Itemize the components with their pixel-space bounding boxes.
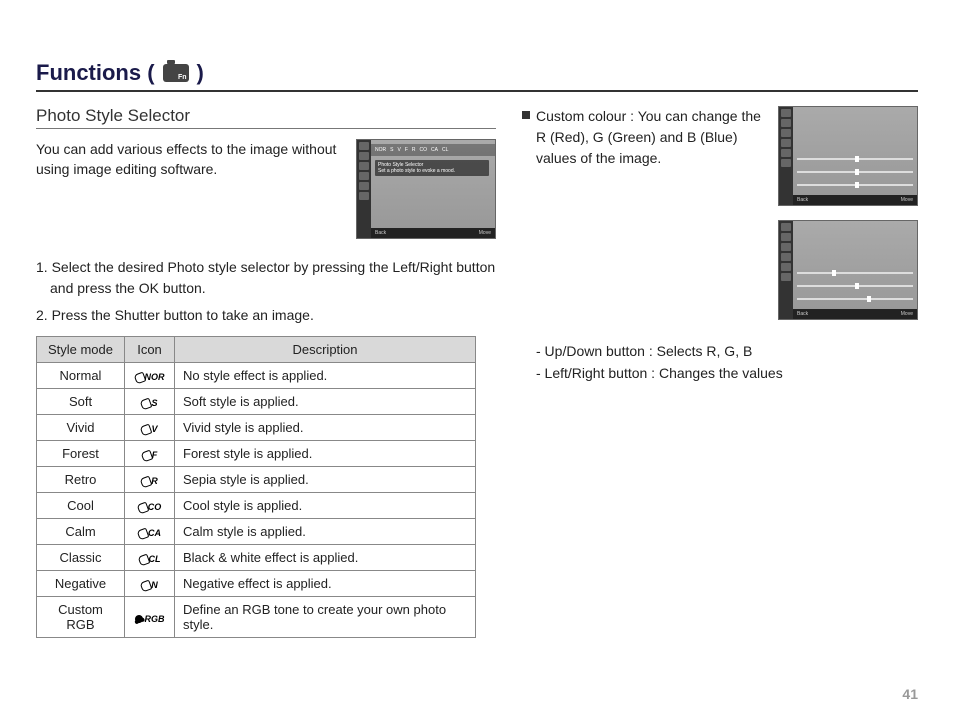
cell-icon: F xyxy=(125,441,175,467)
cell-desc: Calm style is applied. xyxy=(175,519,476,545)
cell-mode: Vivid xyxy=(37,415,125,441)
preview-thumbnail-rgb-2: Back Move xyxy=(778,220,918,320)
th-desc: Description xyxy=(175,337,476,363)
style-mode-icon: CO xyxy=(138,502,162,512)
cell-icon: V xyxy=(125,415,175,441)
th-icon: Icon xyxy=(125,337,175,363)
table-row: Custom RGB RGB Define an RGB tone to creat… xyxy=(37,597,476,638)
table-row: Negative N Negative effect is applied. xyxy=(37,571,476,597)
table-row: Normal NOR No style effect is applied. xyxy=(37,363,476,389)
cell-desc: Forest style is applied. xyxy=(175,441,476,467)
cell-mode: Cool xyxy=(37,493,125,519)
strip-style-icon: CL xyxy=(442,147,448,153)
thumb-status-move: Move xyxy=(901,197,913,203)
thumb-status-back: Back xyxy=(375,230,386,236)
cell-mode: Soft xyxy=(37,389,125,415)
cell-mode: Custom RGB xyxy=(37,597,125,638)
cell-mode: Forest xyxy=(37,441,125,467)
style-mode-icon: S xyxy=(141,398,157,408)
cell-desc: Negative effect is applied. xyxy=(175,571,476,597)
cell-icon: R xyxy=(125,467,175,493)
style-mode-icon: CL xyxy=(139,554,161,564)
instruction-line: - Up/Down button : Selects R, G, B xyxy=(536,340,918,362)
custom-colour-label: Custom colour : xyxy=(536,108,634,124)
thumb-status-back: Back xyxy=(797,311,808,317)
strip-style-icon: CO xyxy=(420,147,428,153)
section-subtitle: Photo Style Selector xyxy=(36,106,496,129)
steps-list: 1. Select the desired Photo style select… xyxy=(36,257,496,326)
table-header-row: Style mode Icon Description xyxy=(37,337,476,363)
style-table: Style mode Icon Description Normal NOR No … xyxy=(36,336,476,638)
intro-text: You can add various effects to the image… xyxy=(36,139,346,180)
thumb-status-move: Move xyxy=(479,230,491,236)
strip-style-icon: S xyxy=(390,147,393,153)
cell-icon: RGB xyxy=(125,597,175,638)
step-item: 2. Press the Shutter button to take an i… xyxy=(36,305,496,326)
style-mode-icon: CA xyxy=(138,528,161,538)
style-mode-icon: N xyxy=(141,580,158,590)
th-mode: Style mode xyxy=(37,337,125,363)
step-item: 1. Select the desired Photo style select… xyxy=(36,257,496,299)
thumb-status-back: Back xyxy=(797,197,808,203)
table-row: Calm CA Calm style is applied. xyxy=(37,519,476,545)
table-row: Cool CO Cool style is applied. xyxy=(37,493,476,519)
cell-icon: CA xyxy=(125,519,175,545)
cell-desc: No style effect is applied. xyxy=(175,363,476,389)
preview-thumbnail-main: NORSVFRCOCACL Photo Style Selector Set a… xyxy=(356,139,496,239)
table-row: Retro R Sepia style is applied. xyxy=(37,467,476,493)
cell-icon: N xyxy=(125,571,175,597)
preview-thumbnail-rgb-1: Back Move xyxy=(778,106,918,206)
cell-desc: Define an RGB tone to create your own ph… xyxy=(175,597,476,638)
cell-mode: Calm xyxy=(37,519,125,545)
strip-style-icon: CA xyxy=(431,147,438,153)
cell-desc: Black & white effect is applied. xyxy=(175,545,476,571)
cell-mode: Retro xyxy=(37,467,125,493)
table-row: Soft S Soft style is applied. xyxy=(37,389,476,415)
square-bullet-icon xyxy=(522,111,530,119)
page-title: Functions ( Fn ) xyxy=(36,60,918,92)
table-row: Forest F Forest style is applied. xyxy=(37,441,476,467)
cell-desc: Sepia style is applied. xyxy=(175,467,476,493)
instruction-line: - Left/Right button : Changes the values xyxy=(536,362,918,384)
page-number: 41 xyxy=(902,686,918,702)
table-row: Vivid V Vivid style is applied. xyxy=(37,415,476,441)
camera-fn-icon: Fn xyxy=(163,64,189,82)
style-mode-icon: R xyxy=(141,476,158,486)
title-suffix: ) xyxy=(197,60,204,86)
cell-desc: Soft style is applied. xyxy=(175,389,476,415)
style-mode-icon: F xyxy=(142,450,158,460)
style-strip: NOR SVFR COCA CL xyxy=(371,144,495,156)
style-mode-icon: NOR xyxy=(135,372,165,382)
cell-icon: CO xyxy=(125,493,175,519)
cell-icon: CL xyxy=(125,545,175,571)
cell-desc: Vivid style is applied. xyxy=(175,415,476,441)
thumb-tooltip-desc: Set a photo style to evoke a mood. xyxy=(378,168,486,174)
title-prefix: Functions ( xyxy=(36,60,155,86)
button-instructions: - Up/Down button : Selects R, G, B - Lef… xyxy=(536,340,918,385)
strip-style-icon: F xyxy=(405,147,408,153)
cell-mode: Normal xyxy=(37,363,125,389)
thumb-status-move: Move xyxy=(901,311,913,317)
cell-icon: NOR xyxy=(125,363,175,389)
cell-mode: Negative xyxy=(37,571,125,597)
table-row: Classic CL Black & white effect is applied… xyxy=(37,545,476,571)
style-mode-icon: V xyxy=(141,424,157,434)
strip-style-icon: NOR xyxy=(375,147,386,153)
cell-icon: S xyxy=(125,389,175,415)
style-mode-icon: RGB xyxy=(135,614,165,624)
cell-mode: Classic xyxy=(37,545,125,571)
style-table-body: NormalNORNo style effect is applied.Soft… xyxy=(37,363,476,638)
strip-style-icon: R xyxy=(412,147,416,153)
strip-style-icon: V xyxy=(397,147,400,153)
cell-desc: Cool style is applied. xyxy=(175,493,476,519)
